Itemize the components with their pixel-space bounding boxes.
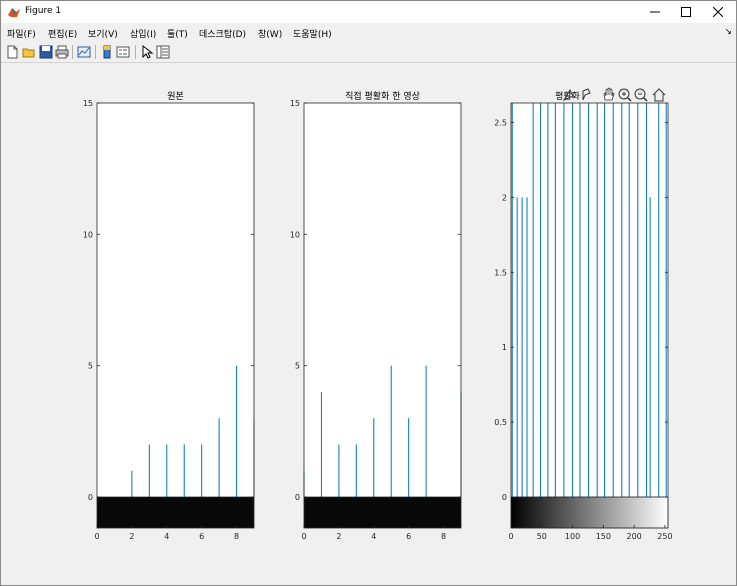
axes-background (511, 103, 668, 497)
subplot-3: 00.511.522.50 50 100 150 200 250평활화 (494, 90, 672, 541)
x-tick-label: 0 (94, 532, 99, 541)
axes-toolbar (562, 87, 666, 102)
brush-icon[interactable] (582, 88, 591, 101)
y-tick-label: 0.5 (494, 418, 507, 427)
x-tick-label: 8 (234, 532, 239, 541)
y-tick-label: 15 (290, 99, 300, 108)
home-icon[interactable] (652, 88, 666, 102)
data-tip-icon[interactable] (562, 88, 574, 102)
colorbar-strip (510, 496, 669, 529)
y-tick-label: 2.5 (494, 118, 507, 127)
y-tick-label: 10 (290, 230, 300, 239)
x-tick-label: 2 (129, 532, 134, 541)
y-tick-label: 1 (502, 343, 507, 352)
x-tick-label: 250 (657, 532, 672, 541)
pan-icon[interactable] (603, 87, 615, 101)
subplot-2: 0 5 10 15 0 2 4 6 8 직접 평활화 한 영상 (290, 90, 462, 541)
x-tick-label: 50 (537, 532, 547, 541)
subplot-title: 직접 평활화 한 영상 (345, 90, 420, 102)
y-tick-label: 0 (502, 493, 507, 502)
x-tick-label: 0 (508, 532, 513, 541)
y-tick-label: 15 (83, 99, 93, 108)
zoom-in-icon[interactable] (618, 88, 632, 102)
colorbar-strip (304, 497, 461, 528)
x-tick-label: 150 (596, 532, 611, 541)
subplot-1: 0 5 10 15 0 2 4 6 8 원본 (83, 91, 255, 541)
x-tick-label: 200 (626, 532, 641, 541)
y-tick-label: 1.5 (494, 268, 507, 277)
axes-background (97, 103, 254, 497)
y-tick-label: 5 (295, 362, 300, 371)
y-tick-label: 10 (83, 230, 93, 239)
figure-window: Figure 1 파일(F) 편집(E) 보기(V) 삽입(I) 툴(T) 데스… (0, 0, 737, 586)
y-tick-label: 2 (502, 193, 507, 202)
x-tick-label: 8 (441, 532, 446, 541)
subplot-title: 원본 (167, 91, 184, 102)
x-tick-label: 2 (336, 532, 341, 541)
x-tick-label: 4 (164, 532, 169, 541)
x-tick-label: 6 (199, 532, 204, 541)
x-tick-label: 4 (371, 532, 376, 541)
x-tick-label: 6 (406, 532, 411, 541)
y-tick-label: 0 (88, 493, 93, 502)
colorbar-strip (97, 497, 254, 528)
axes-background (304, 103, 461, 497)
x-tick-label: 0 (301, 532, 306, 541)
y-tick-label: 0 (295, 493, 300, 502)
y-tick-label: 5 (88, 362, 93, 371)
zoom-out-icon[interactable] (634, 88, 648, 102)
x-tick-label: 100 (565, 532, 580, 541)
